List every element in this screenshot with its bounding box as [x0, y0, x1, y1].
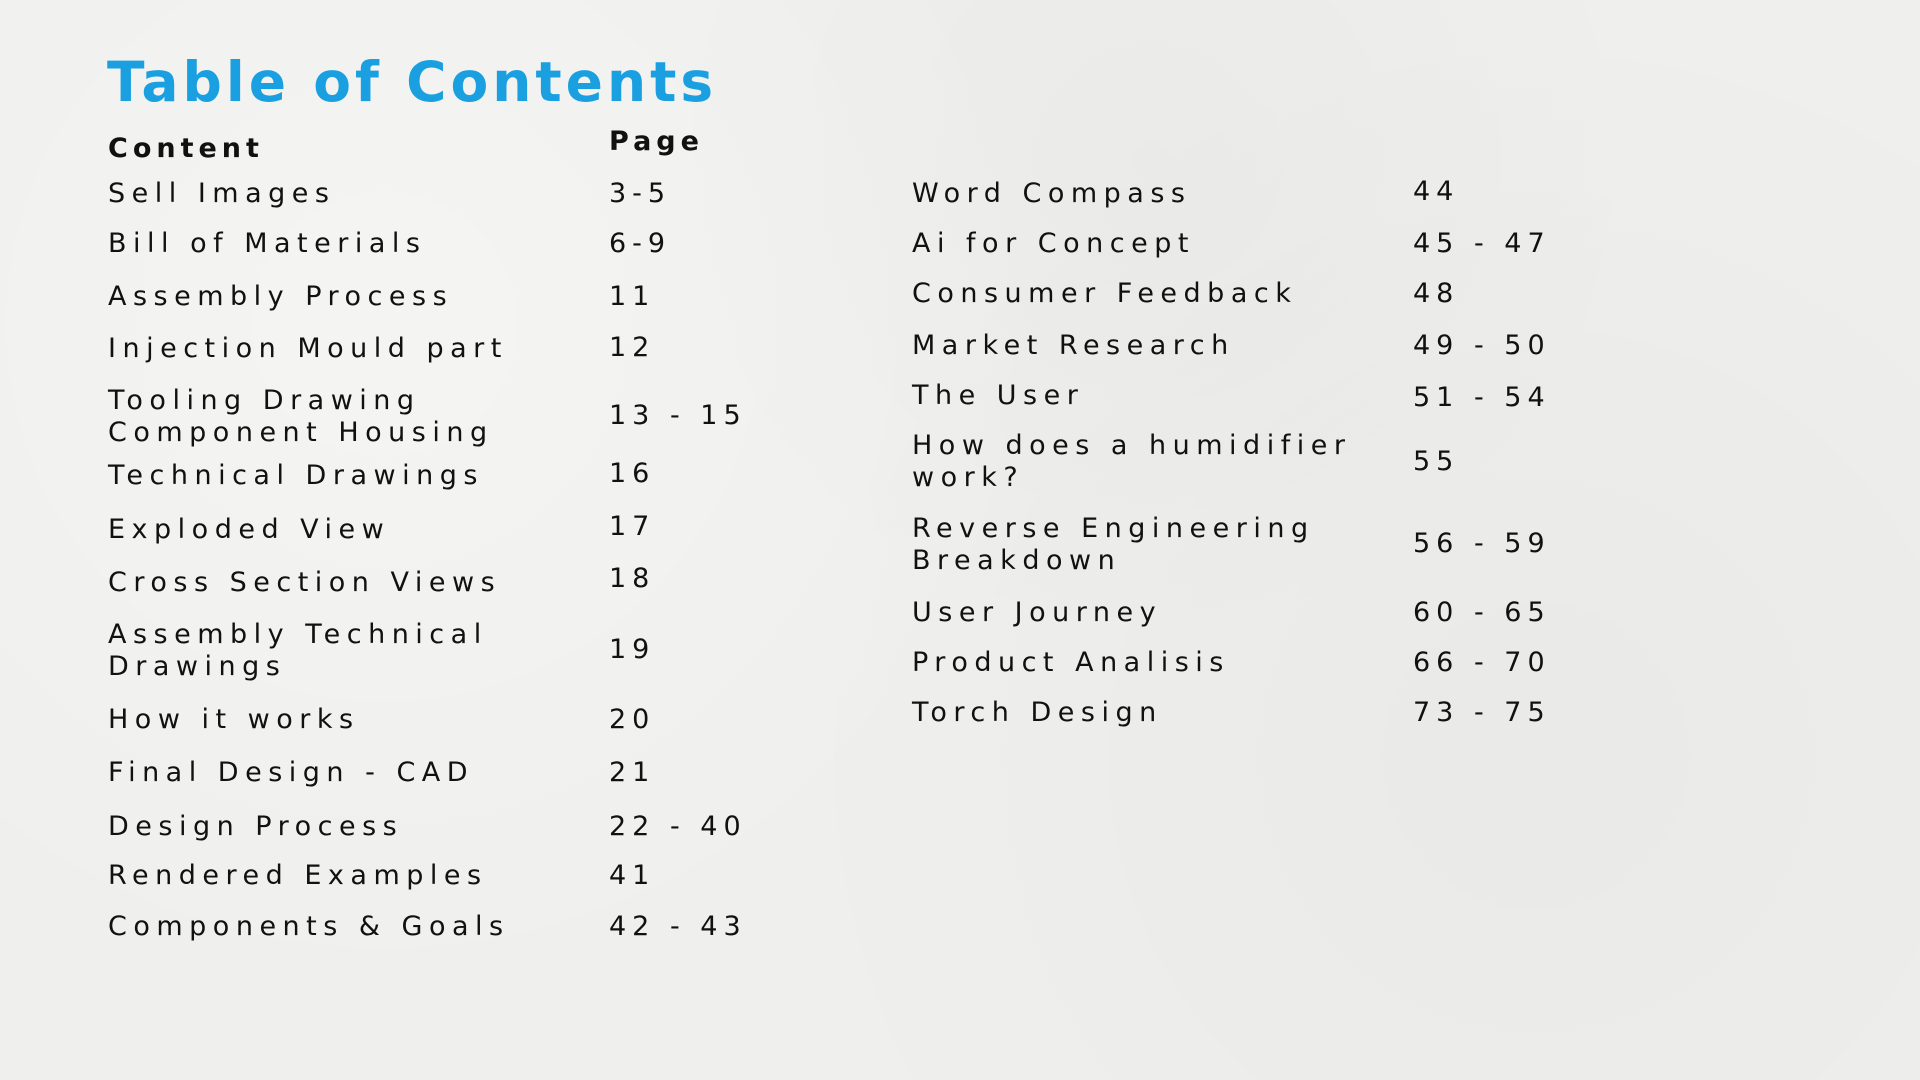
page-title: Table of Contents: [107, 50, 718, 114]
toc-entry-title-line: Injection Mould part: [108, 333, 508, 364]
toc-entry-page: 18: [609, 563, 656, 594]
toc-entry-title: User Journey: [912, 597, 1162, 629]
toc-entry-title: Technical Drawings: [108, 460, 484, 492]
toc-entry-title-line: How it works: [108, 704, 360, 735]
toc-entry-title-line: Torch Design: [912, 697, 1163, 728]
toc-entry-page: 22 - 40: [609, 811, 747, 842]
toc-entry-page: 42 - 43: [609, 911, 747, 942]
toc-entry-title-line: Product Analisis: [912, 647, 1230, 678]
toc-entry-title: Consumer Feedback: [912, 278, 1297, 310]
toc-entry-title: Ai for Concept: [912, 228, 1195, 260]
toc-entry-page: 60 - 65: [1413, 597, 1551, 628]
toc-entry-title-line: Final Design - CAD: [108, 757, 475, 788]
toc-entry-page: 20: [609, 704, 656, 735]
toc-entry-title: Sell Images: [108, 178, 335, 210]
toc-entry-title-line: How does a humidifier: [912, 430, 1352, 461]
toc-entry-title: Rendered Examples: [108, 860, 488, 892]
toc-entry-page: 3-5: [609, 178, 672, 209]
toc-entry-page: 16: [609, 458, 656, 489]
toc-entry-title-line: Component Housing: [108, 417, 494, 448]
toc-entry-title-line: work?: [912, 462, 1025, 493]
toc-entry-title-line: Drawings: [108, 651, 287, 682]
toc-entry-page: 12: [609, 332, 656, 363]
toc-entry-title-line: User Journey: [912, 597, 1163, 628]
toc-entry-page: 13 - 15: [609, 400, 747, 431]
toc-entry-title: Assembly Technical Drawings: [108, 619, 488, 683]
toc-entry-title: How does a humidifier work?: [912, 430, 1351, 494]
content-column-header: Content: [108, 133, 264, 164]
toc-entry-page: 48: [1413, 278, 1460, 309]
toc-entry-page: 21: [609, 757, 656, 788]
toc-entry-title-line: Word Compass: [912, 178, 1192, 209]
toc-entry-page: 55: [1413, 446, 1460, 477]
toc-entry-title: Assembly Process: [108, 281, 453, 313]
toc-entry-title: Exploded View: [108, 514, 390, 546]
toc-entry-title-line: Tooling Drawing: [108, 385, 421, 416]
toc-entry-page: 45 - 47: [1413, 228, 1551, 259]
toc-entry-page: 17: [609, 511, 656, 542]
toc-entry-page: 56 - 59: [1413, 528, 1551, 559]
toc-entry-title-line: Market Research: [912, 330, 1235, 361]
toc-entry-title: How it works: [108, 704, 360, 736]
toc-entry-title: Bill of Materials: [108, 228, 426, 260]
toc-entry-title: Market Research: [912, 330, 1235, 362]
toc-entry-page: 19: [609, 634, 656, 665]
toc-entry-page: 11: [609, 281, 656, 312]
toc-entry-title-line: Assembly Process: [108, 281, 454, 312]
toc-entry-title-line: Cross Section Views: [108, 567, 502, 598]
toc-entry-page: 41: [609, 860, 656, 891]
toc-entry-page: 49 - 50: [1413, 330, 1551, 361]
toc-entry-title: Components & Goals: [108, 911, 510, 943]
toc-entry-title: Design Process: [108, 811, 403, 843]
toc-entry-page: 73 - 75: [1413, 697, 1551, 728]
toc-entry-title-line: Sell Images: [108, 178, 336, 209]
toc-entry-title-line: Design Process: [108, 811, 404, 842]
toc-entry-title: Injection Mould part: [108, 333, 508, 365]
toc-entry-title-line: Reverse Engineering: [912, 513, 1315, 544]
toc-entry-title: Cross Section Views: [108, 567, 501, 599]
toc-entry-title: Tooling Drawing Component Housing: [108, 385, 494, 449]
toc-entry-title: Torch Design: [912, 697, 1163, 729]
toc-entry-title-line: Assembly Technical: [108, 619, 488, 650]
toc-entry-title-line: Rendered Examples: [108, 860, 488, 891]
toc-entry-page: 66 - 70: [1413, 647, 1551, 678]
toc-entry-title-line: Exploded View: [108, 514, 391, 545]
toc-entry-title: Word Compass: [912, 178, 1191, 210]
toc-entry-page: 51 - 54: [1413, 382, 1551, 413]
toc-entry-title-line: Ai for Concept: [912, 228, 1195, 259]
toc-entry-page: 6-9: [609, 228, 672, 259]
toc-entry-title-line: Technical Drawings: [108, 460, 484, 491]
toc-entry-title-line: Components & Goals: [108, 911, 510, 942]
page-column-header: Page: [609, 126, 704, 157]
toc-entry-title: Product Analisis: [912, 647, 1230, 679]
toc-entry-title-line: Breakdown: [912, 545, 1122, 576]
toc-entry-page: 44: [1413, 176, 1460, 207]
toc-entry-title: The User: [912, 380, 1084, 412]
toc-entry-title: Reverse Engineering Breakdown: [912, 513, 1315, 577]
toc-entry-title: Final Design - CAD: [108, 757, 474, 789]
toc-entry-title-line: Bill of Materials: [108, 228, 427, 259]
toc-entry-title-line: The User: [912, 380, 1085, 411]
toc-entry-title-line: Consumer Feedback: [912, 278, 1298, 309]
